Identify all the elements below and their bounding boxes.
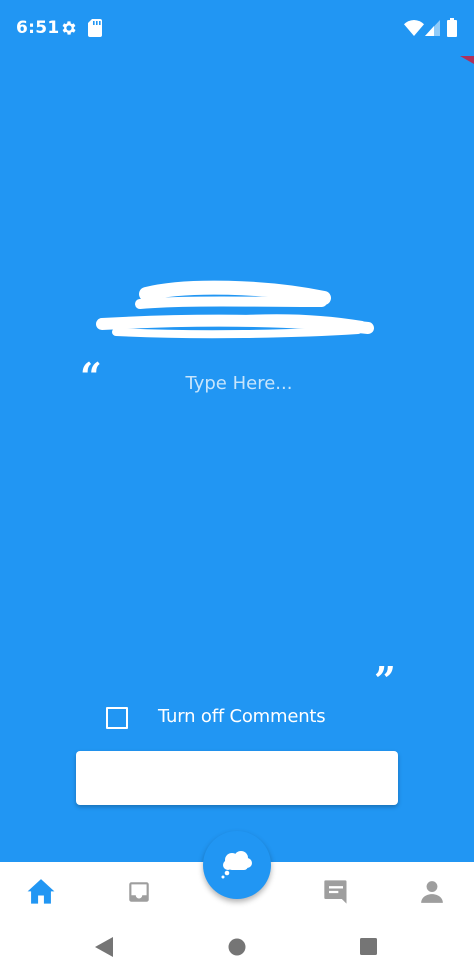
status-time: 6:51: [16, 18, 60, 38]
turn-off-comments-label: Turn off Comments: [158, 706, 326, 727]
wifi-icon: [404, 20, 424, 36]
battery-icon: [447, 18, 457, 37]
system-navigation-bar: [0, 922, 474, 974]
nav-profile[interactable]: [416, 876, 448, 908]
thought-bubble-icon: [221, 851, 252, 879]
nav-inbox[interactable]: [123, 876, 155, 908]
back-icon[interactable]: [95, 937, 113, 957]
nav-chat[interactable]: [320, 876, 352, 908]
post-text-input[interactable]: [110, 366, 368, 400]
open-quote-icon: “: [80, 354, 102, 399]
home-circle-icon[interactable]: [228, 938, 246, 956]
chat-icon: [324, 880, 347, 904]
status-bar: 6:51: [0, 0, 474, 56]
cell-signal-icon: [425, 20, 440, 36]
home-icon: [27, 879, 55, 904]
turn-off-comments-checkbox[interactable]: [106, 707, 128, 729]
sd-card-icon: [88, 19, 102, 37]
inbox-icon: [129, 882, 149, 902]
new-thought-fab[interactable]: [203, 831, 271, 899]
corner-indicator: [460, 56, 474, 64]
nav-home[interactable]: [25, 876, 57, 908]
profile-icon: [421, 881, 443, 903]
recents-icon[interactable]: [360, 938, 377, 955]
close-quote-icon: ”: [374, 658, 396, 703]
redaction-scribble: [96, 280, 374, 339]
submit-button[interactable]: [76, 751, 398, 805]
settings-icon: [62, 21, 76, 35]
